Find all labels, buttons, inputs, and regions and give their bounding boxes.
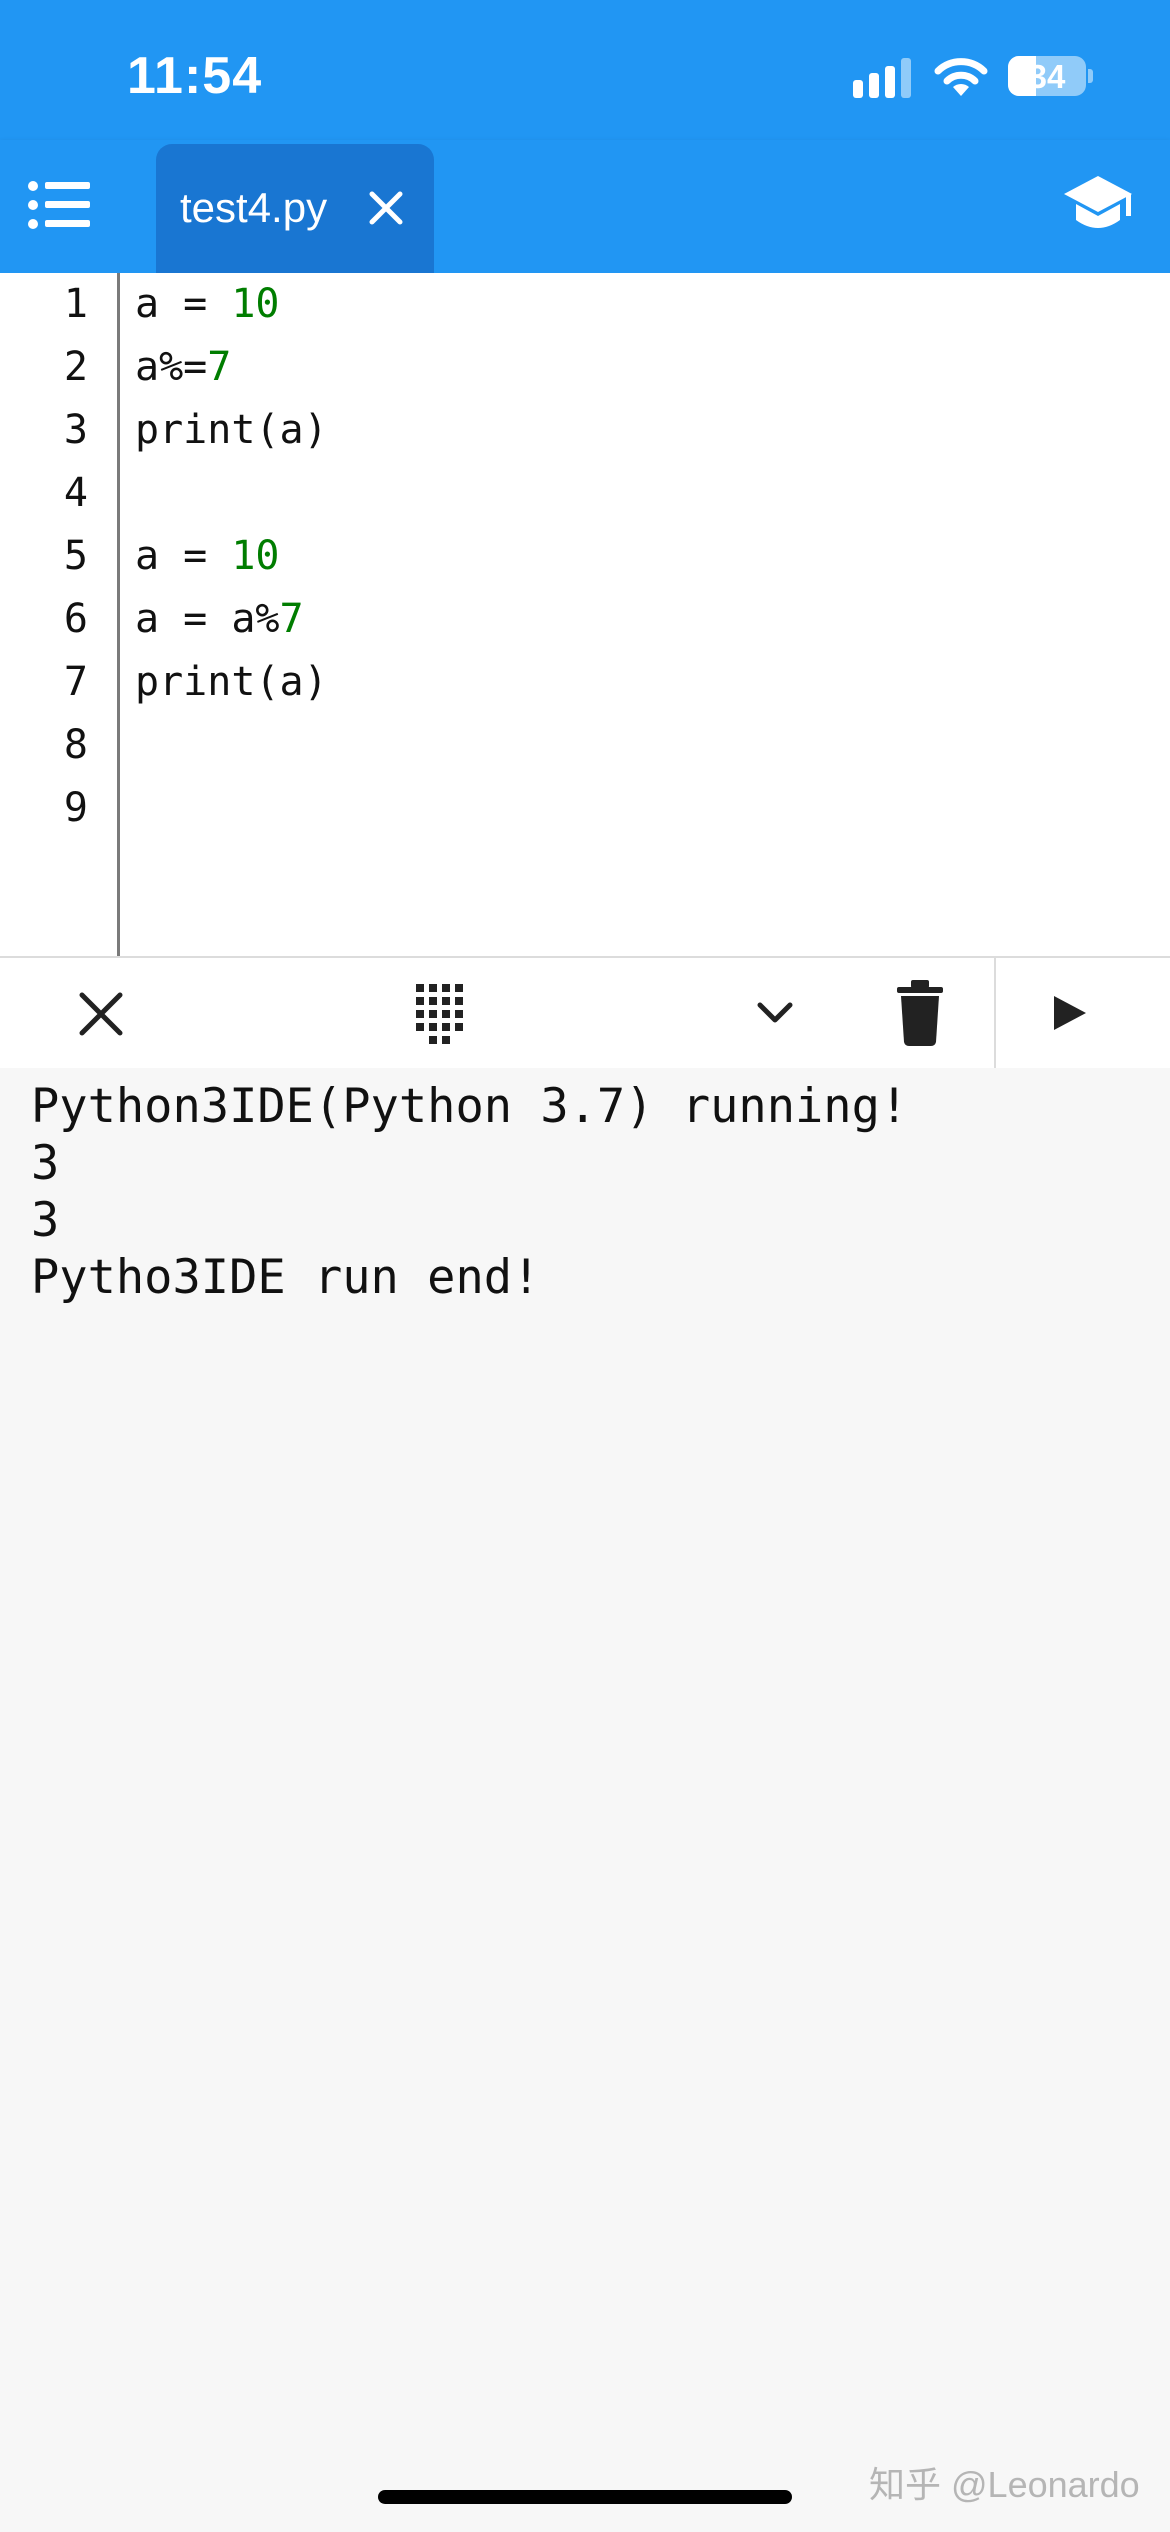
- code-line[interactable]: print(a): [135, 651, 328, 714]
- code-token: a%=: [135, 344, 208, 390]
- line-number: 3: [63, 407, 88, 453]
- line-number: 9: [63, 785, 88, 831]
- line-number: 6: [63, 596, 88, 642]
- code-token: a =: [135, 281, 232, 327]
- code-token: a = a%: [135, 596, 280, 642]
- code-token: print(a): [135, 659, 328, 705]
- keypad-icon[interactable]: [412, 958, 466, 1068]
- app-bar: test4.py: [0, 140, 1170, 273]
- chevron-down-icon[interactable]: [752, 958, 798, 1068]
- line-number: 1: [63, 281, 88, 327]
- code-editor[interactable]: 123456789 a = 10 a%=7 print(a) a = 10 a = a%…: [0, 273, 1170, 956]
- status-time: 11:54: [127, 47, 263, 105]
- line-number: 5: [63, 533, 88, 579]
- code-number-token: 10: [231, 533, 280, 579]
- code-token: a =: [135, 533, 232, 579]
- signal-icon: [853, 58, 911, 98]
- play-icon[interactable]: [1050, 958, 1090, 1068]
- code-number-token: 10: [231, 281, 280, 327]
- line-number: 4: [63, 470, 88, 516]
- menu-list-icon[interactable]: [28, 180, 90, 230]
- line-number: 7: [63, 659, 88, 705]
- toolbar-divider: [994, 958, 996, 1068]
- code-line[interactable]: a = 10: [135, 525, 280, 588]
- code-token: print(a): [135, 407, 328, 453]
- code-line[interactable]: a%=7: [135, 336, 231, 399]
- code-line[interactable]: a = a%7: [135, 588, 304, 651]
- tab-label: test4.py: [180, 184, 328, 231]
- code-number-token: 7: [207, 344, 232, 390]
- line-number: 2: [63, 344, 88, 390]
- console-line: 3: [31, 1136, 60, 1191]
- battery-icon: 34: [1008, 56, 1093, 96]
- editor-toolbar: [0, 956, 1170, 1068]
- trash-icon[interactable]: [894, 958, 946, 1068]
- code-line[interactable]: print(a): [135, 399, 328, 462]
- wifi-icon: [934, 58, 988, 96]
- home-indicator[interactable]: [378, 2490, 792, 2504]
- console-line: Python3IDE(Python 3.7) running!: [31, 1079, 909, 1134]
- battery-level: 34: [1028, 58, 1066, 95]
- code-number-token: 7: [279, 596, 304, 642]
- console-output: Python3IDE(Python 3.7) running! 3 3 Pytho3I…: [0, 1068, 1170, 2532]
- close-icon[interactable]: [366, 188, 406, 228]
- console-line: 3: [31, 1193, 60, 1248]
- status-bar: 11:54 34: [0, 0, 1170, 140]
- line-number: 8: [63, 722, 88, 768]
- console-line: Pytho3IDE run end!: [31, 1250, 541, 1305]
- code-line[interactable]: a = 10: [135, 273, 280, 336]
- watermark: 知乎 @Leonardo: [869, 2464, 1140, 2505]
- school-icon[interactable]: [1062, 174, 1134, 236]
- close-icon[interactable]: [70, 958, 132, 1068]
- file-tab[interactable]: test4.py: [156, 144, 434, 273]
